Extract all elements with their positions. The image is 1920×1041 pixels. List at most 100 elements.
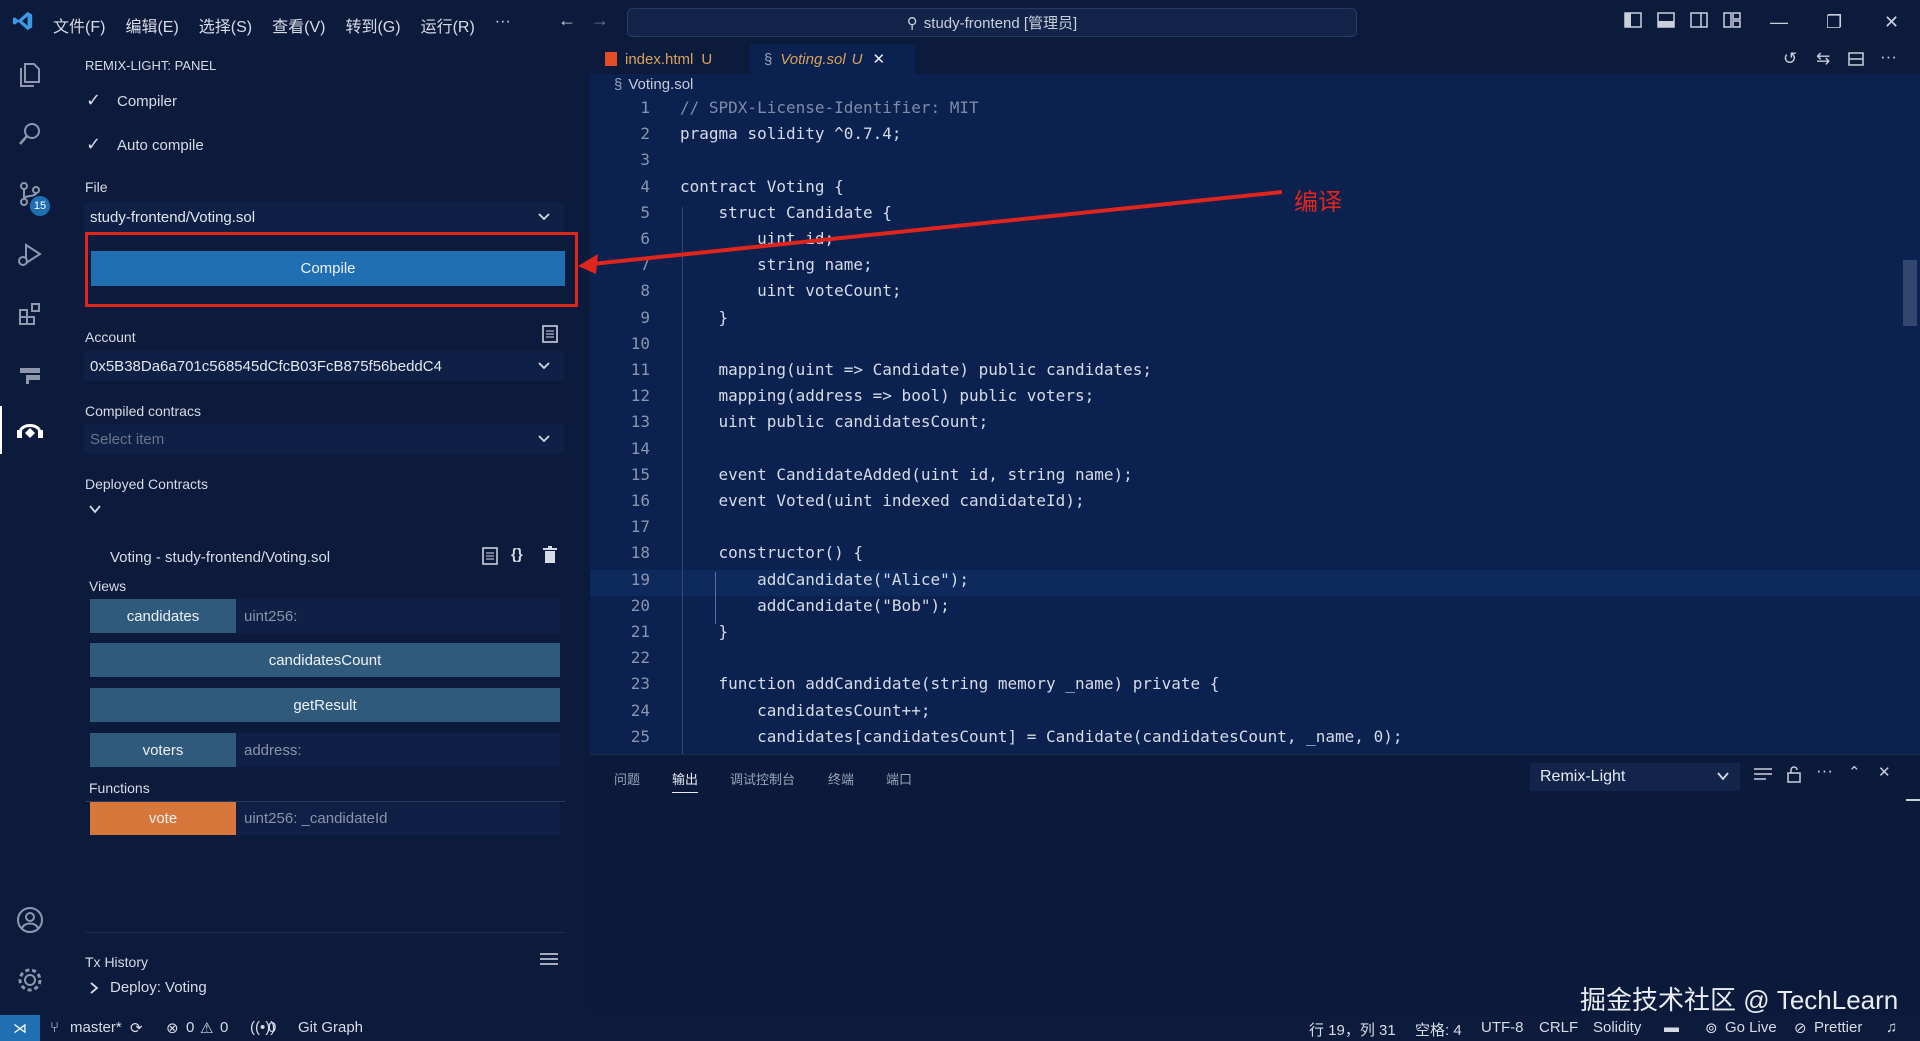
sync-icon[interactable]: ⟳ [130,1019,143,1037]
toggle-panel-icon[interactable] [1657,12,1675,33]
code-line[interactable]: 6 uint id; [590,229,1920,255]
warning-icon[interactable]: ⚠ [200,1019,213,1037]
timeline-icon[interactable]: ↺ [1783,49,1797,69]
more-actions-icon[interactable]: ··· [1816,761,1833,781]
extensions-icon[interactable] [12,296,48,332]
code-line[interactable]: 4 contract Voting { [590,177,1920,203]
vote-button[interactable]: vote [90,801,236,835]
auto-compile-label[interactable]: Auto compile [117,137,204,154]
remix-light-icon[interactable] [12,412,48,448]
remote-explorer-icon[interactable] [12,356,48,392]
customize-layout-icon[interactable] [1723,12,1741,33]
code-line[interactable]: 24 candidatesCount++; [590,701,1920,727]
tab-index-html[interactable]: index.html U [605,44,750,74]
language-mode[interactable]: Solidity [1593,1019,1641,1036]
maximize-panel-icon[interactable]: ⌃ [1848,763,1861,781]
code-line[interactable]: 12 mapping(address => bool) public voter… [590,386,1920,412]
remote-indicator-icon[interactable]: ⋊ [0,1015,40,1041]
toggle-primary-sidebar-icon[interactable] [1624,12,1642,33]
chevron-right-icon[interactable] [88,981,100,1000]
cursor-position[interactable]: 行 19，列 31 [1309,1019,1396,1040]
code-line[interactable]: 15 event CandidateAdded(uint id, string … [590,465,1920,491]
deployed-contract-item[interactable]: Voting - study-frontend/Voting.sol [110,549,330,566]
menu-more[interactable]: ··· [495,13,511,37]
menu-file[interactable]: 文件(F) [53,13,105,37]
code-lines[interactable]: 1 // SPDX-License-Identifier: MIT 2 pragma … [590,98,1920,754]
tab-problems[interactable]: 问题 [614,769,640,788]
copy-address-icon[interactable] [482,547,498,570]
voters-input[interactable]: address: [236,733,560,767]
candidates-input[interactable]: uint256: [236,599,560,633]
vote-input[interactable]: uint256: _candidateId [236,801,560,835]
branch-name[interactable]: master* [70,1019,122,1036]
candidates-button[interactable]: candidates [90,599,236,633]
code-line[interactable]: 18 constructor() { [590,543,1920,569]
tab-output[interactable]: 输出 [672,769,699,793]
code-line[interactable]: 10 [590,334,1920,360]
code-line[interactable]: 20 addCandidate("Bob"); [590,596,1920,622]
toggle-secondary-sidebar-icon[interactable] [1690,12,1708,33]
code-line[interactable]: 25 candidates[candidatesCount] = Candida… [590,727,1920,753]
indentation[interactable]: 空格: 4 [1415,1019,1462,1040]
clear-output-icon[interactable] [1754,767,1772,786]
lock-scroll-icon[interactable] [1786,765,1802,788]
compiler-label[interactable]: Compiler [117,93,177,110]
tab-voting-sol[interactable]: § Voting.sol U ✕ [750,44,915,74]
code-line[interactable]: 7 string name; [590,255,1920,281]
code-line[interactable]: 14 [590,439,1920,465]
notifications-bell-icon[interactable]: ♫ [1886,1019,1897,1036]
output-channel-select[interactable]: Remix-Light [1530,763,1740,791]
account-select[interactable]: 0x5B38Da6a701c568545dCfcB03FcB875f56bedd… [84,351,564,381]
accounts-icon[interactable] [12,902,48,938]
close-window-icon[interactable]: ✕ [1884,12,1899,33]
forward-arrow-icon[interactable]: → [591,10,609,31]
voters-button[interactable]: voters [90,733,236,767]
close-tab-icon[interactable]: ✕ [873,50,886,68]
code-line[interactable]: 2 pragma solidity ^0.7.4; [590,124,1920,150]
compare-changes-icon[interactable]: ⇆ [1816,49,1830,69]
code-line[interactable]: 16 event Voted(uint indexed candidateId)… [590,491,1920,517]
go-live[interactable]: Go Live [1725,1019,1777,1036]
error-icon[interactable]: ⊗ [166,1019,179,1037]
scrollbar-thumb[interactable] [1906,799,1920,801]
chevron-down-icon[interactable] [88,502,102,521]
menu-run[interactable]: 运行(R) [421,13,475,37]
run-debug-icon[interactable] [12,236,48,272]
code-line[interactable]: 1 // SPDX-License-Identifier: MIT [590,98,1920,124]
code-editor[interactable]: § Voting.sol 1 // SPDX-License-Identifier… [590,74,1920,754]
remix-status-icon[interactable]: ▬ [1664,1019,1679,1036]
scrollbar-thumb[interactable] [1903,260,1917,326]
code-line[interactable]: 13 uint public candidatesCount; [590,412,1920,438]
code-line[interactable]: 8 uint voteCount; [590,281,1920,307]
code-line[interactable]: 17 [590,517,1920,543]
prettier[interactable]: Prettier [1814,1019,1862,1036]
close-panel-icon[interactable]: ✕ [1878,763,1891,781]
menu-selection[interactable]: 选择(S) [199,13,252,37]
menu-view[interactable]: 查看(V) [272,13,325,37]
get-result-button[interactable]: getResult [90,688,560,722]
code-line[interactable]: 19 addCandidate("Alice"); [590,569,1920,596]
tab-ports[interactable]: 端口 [886,769,912,788]
manage-gear-icon[interactable] [12,962,48,998]
code-line[interactable]: 11 mapping(uint => Candidate) public can… [590,360,1920,386]
back-arrow-icon[interactable]: ← [558,10,576,31]
menu-edit[interactable]: 编辑(E) [125,13,178,37]
abi-json-icon[interactable]: {} [511,546,523,563]
minimize-icon[interactable]: — [1770,12,1788,33]
more-actions-icon[interactable]: ··· [1880,47,1897,67]
encoding[interactable]: UTF-8 [1481,1019,1524,1036]
explorer-icon[interactable] [12,56,48,92]
file-select[interactable]: study-frontend/Voting.sol [84,202,564,232]
code-line[interactable]: 9 } [590,308,1920,334]
search-sidebar-icon[interactable] [12,116,48,152]
clear-history-icon[interactable] [540,952,558,971]
menu-go[interactable]: 转到(G) [345,13,400,37]
tab-terminal[interactable]: 终端 [828,769,854,788]
breadcrumb-file[interactable]: Voting.sol [628,76,693,93]
code-line[interactable]: 23 function addCandidate(string memory _… [590,674,1920,700]
code-line[interactable]: 21 } [590,622,1920,648]
compiled-contracts-select[interactable]: Select item [84,424,564,454]
candidates-count-button[interactable]: candidatesCount [90,643,560,677]
tab-debug-console[interactable]: 调试控制台 [730,769,795,788]
command-center-search[interactable]: ⚲ study-frontend [管理员] [627,8,1357,37]
